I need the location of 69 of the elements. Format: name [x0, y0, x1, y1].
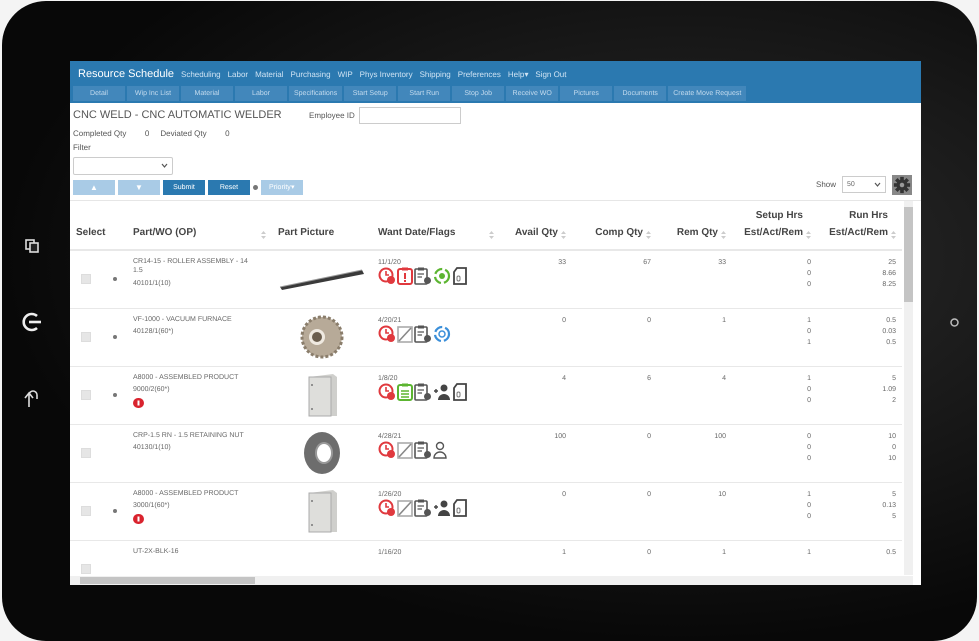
add-person-icon[interactable]: [433, 498, 451, 516]
vertical-scrollbar[interactable]: [904, 200, 913, 574]
edit-icon[interactable]: [397, 498, 413, 516]
clipboard-list-icon[interactable]: [397, 382, 413, 400]
clipboard-check-icon[interactable]: [414, 382, 432, 400]
clock-alert-icon[interactable]: [378, 498, 396, 516]
dot-icon: [253, 184, 258, 190]
clock-alert-icon[interactable]: [378, 266, 396, 284]
undo-icon[interactable]: [24, 390, 40, 408]
column-header[interactable]: Setup Hrs Est/Act/Rem: [732, 200, 817, 248]
clipboard-check-icon[interactable]: [414, 266, 432, 284]
row-checkbox[interactable]: [81, 564, 91, 574]
edit-icon[interactable]: [397, 324, 413, 342]
work-center-title: CNC WELD - CNC AUTOMATIC WELDER: [73, 109, 283, 121]
nav-link[interactable]: Help▾: [508, 70, 528, 78]
settings-button[interactable]: [892, 174, 912, 194]
nav-link[interactable]: Material: [255, 70, 284, 78]
clipboard-check-icon[interactable]: [414, 324, 432, 342]
completed-value: 0: [144, 128, 150, 138]
nav-link[interactable]: Sign Out: [535, 70, 566, 78]
completed-label: Completed Qty: [73, 128, 126, 138]
nav-link[interactable]: Phys Inventory: [360, 70, 413, 78]
row-checkbox[interactable]: [81, 506, 91, 516]
clock-alert-icon[interactable]: [378, 324, 396, 342]
caret-icon: [161, 163, 168, 168]
caret-icon: [874, 182, 881, 187]
dot-icon: [950, 318, 959, 327]
person-icon[interactable]: [433, 440, 447, 458]
deviated-label: Deviated Qty: [160, 128, 207, 138]
add-person-icon[interactable]: [433, 382, 451, 400]
deviated-value: 0: [224, 128, 230, 138]
row-checkbox[interactable]: [81, 448, 91, 458]
alert-document-icon[interactable]: [397, 266, 413, 284]
column-header[interactable]: Avail Qty: [500, 200, 572, 248]
row-checkbox[interactable]: [81, 332, 91, 342]
refresh-icon[interactable]: [433, 324, 451, 342]
nav-link[interactable]: Labor: [228, 70, 248, 78]
show-label: Show: [816, 180, 836, 189]
column-header[interactable]: Want Date/Flags: [372, 200, 500, 248]
column-header[interactable]: Select: [70, 200, 127, 248]
column-header[interactable]: Part/WO (OP): [127, 200, 272, 248]
nav-link[interactable]: Shipping: [420, 70, 451, 78]
nav-link[interactable]: Purchasing: [290, 70, 331, 78]
horizontal-scrollbar[interactable]: [70, 576, 913, 584]
nav-link[interactable]: Scheduling: [181, 70, 221, 78]
employee-label: Employee ID: [309, 110, 355, 120]
clock-alert-icon[interactable]: [378, 382, 396, 400]
column-header[interactable]: Part Picture: [272, 200, 372, 248]
row-checkbox[interactable]: [81, 274, 91, 284]
nav-link[interactable]: WIP: [338, 70, 353, 78]
brand-link[interactable]: Resource Schedule: [78, 68, 174, 80]
nav-link[interactable]: Preferences: [458, 70, 501, 78]
copy-icon[interactable]: [24, 238, 40, 254]
column-header[interactable]: Run Hrs Est/Act/Rem: [817, 200, 902, 248]
column-header[interactable]: Comp Qty: [572, 200, 657, 248]
column-header[interactable]: Rem Qty: [657, 200, 732, 248]
gear-drawing: [300, 315, 344, 359]
clipboard-check-icon[interactable]: [414, 498, 432, 516]
filter-label: Filter: [73, 142, 92, 152]
power-icon[interactable]: [21, 312, 43, 332]
clock-alert-icon[interactable]: [378, 440, 396, 458]
row-checkbox[interactable]: [81, 390, 91, 400]
edit-icon[interactable]: [397, 440, 413, 458]
attachment-document-icon[interactable]: [452, 382, 468, 400]
attachment-document-icon[interactable]: [452, 266, 468, 284]
employee-id-field[interactable]: [358, 106, 461, 124]
clipboard-check-icon[interactable]: [414, 440, 432, 458]
nut-drawing: [302, 431, 342, 475]
attachment-document-icon[interactable]: [452, 498, 468, 516]
